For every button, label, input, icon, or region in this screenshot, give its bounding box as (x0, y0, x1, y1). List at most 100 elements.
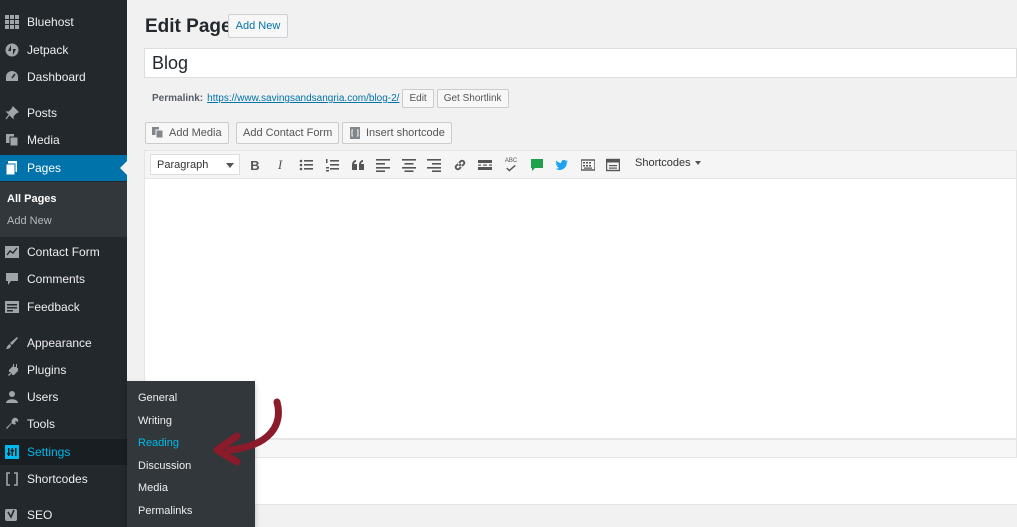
sidebar-item-label: Dashboard (27, 70, 86, 84)
check-icon (506, 164, 516, 172)
comments-icon (5, 272, 19, 286)
sidebar-item-label: Tools (27, 417, 56, 431)
sidebar-item-label: Users (27, 390, 59, 404)
sidebar-item-feedback[interactable]: Feedback (0, 294, 127, 320)
dashboard-icon (5, 70, 19, 84)
link-icon (454, 159, 466, 171)
sidebar-item-label: Comments (27, 272, 86, 286)
add-contact-form-button[interactable]: Add Contact Form (236, 122, 340, 144)
sidebar-item-users[interactable]: Users (0, 384, 127, 410)
flyout-item-discussion[interactable]: Discussion (138, 460, 191, 472)
feedback-icon (5, 300, 19, 314)
sidebar-item-tools[interactable]: Tools (0, 411, 127, 437)
sidebar-item-bluehost[interactable]: Bluehost (0, 9, 127, 35)
insert-shortcode-button[interactable]: Insert shortcode (342, 122, 452, 144)
sidebar-item-label: Feedback (27, 300, 80, 314)
sidebar-item-pages[interactable]: Pages (0, 155, 127, 181)
sidebar-item-label: Plugins (27, 363, 67, 377)
pin-icon (5, 106, 19, 120)
jetpack-icon (5, 43, 19, 57)
page-title: Edit Page (145, 16, 232, 37)
add-contact-form-label: Add Contact Form (243, 127, 333, 139)
pages-icon (5, 161, 19, 175)
sidebar-item-plugins[interactable]: Plugins (0, 357, 127, 383)
toolbar-toggle-button[interactable] (605, 157, 621, 173)
flyout-item-media[interactable]: Media (138, 482, 168, 494)
plugins-icon (5, 363, 19, 377)
content-editor[interactable]: Paragraph B I ABC Shortcodes (144, 150, 1017, 439)
settings-icon (5, 445, 19, 459)
media-icon (152, 127, 164, 139)
shortcodes-dropdown[interactable]: Shortcodes (635, 157, 701, 169)
italic-button[interactable]: I (272, 157, 288, 173)
bullet-list-button[interactable] (298, 157, 314, 173)
bold-button[interactable]: B (247, 157, 263, 173)
shortcodes-label: Shortcodes (635, 157, 691, 169)
insert-link-button[interactable] (452, 157, 468, 173)
permalink-link[interactable]: https://www.savingsandsangria.com/blog-2… (207, 93, 399, 104)
admin-sidebar: Bluehost Jetpack Dashboard Posts Media P… (0, 0, 127, 527)
brackets-icon (5, 472, 19, 486)
numbered-list-button[interactable] (324, 157, 340, 173)
align-center-icon (402, 159, 416, 172)
wrench-icon (5, 417, 19, 431)
align-right-icon (427, 159, 441, 172)
sidebar-item-label: Bluehost (27, 15, 74, 29)
twitter-button[interactable] (554, 157, 570, 173)
submenu-all-pages[interactable]: All Pages (7, 193, 57, 205)
editor-toolbar: Paragraph B I ABC Shortcodes (145, 151, 1016, 179)
align-center-button[interactable] (401, 157, 417, 173)
flyout-item-writing[interactable]: Writing (138, 415, 172, 427)
pages-submenu: All Pages Add New (0, 182, 127, 237)
format-select[interactable]: Paragraph (150, 154, 240, 175)
sidebar-item-settings[interactable]: Settings (0, 439, 127, 465)
comment-button[interactable] (529, 157, 545, 173)
sidebar-item-media[interactable]: Media (0, 127, 127, 153)
add-new-button[interactable]: Add New (228, 14, 288, 38)
flyout-item-general[interactable]: General (138, 392, 177, 404)
edit-permalink-button[interactable]: Edit (402, 89, 434, 108)
sidebar-item-appearance[interactable]: Appearance (0, 330, 127, 356)
sidebar-item-label: Posts (27, 106, 58, 120)
green-comment-icon (531, 159, 543, 171)
sidebar-item-label: SEO (27, 508, 53, 522)
post-title-input[interactable]: Blog (144, 48, 1017, 78)
sidebar-item-seo[interactable]: SEO (0, 502, 127, 527)
keyboard-button[interactable] (580, 157, 596, 173)
sidebar-item-shortcodes[interactable]: Shortcodes (0, 466, 127, 492)
chevron-down-icon (226, 163, 234, 168)
sidebar-item-jetpack[interactable]: Jetpack (0, 37, 127, 63)
align-right-button[interactable] (426, 157, 442, 173)
pointer-arrow-icon (213, 398, 282, 466)
sidebar-item-label: Shortcodes (27, 472, 88, 486)
sidebar-item-label: Settings (27, 445, 71, 459)
align-left-button[interactable] (375, 157, 391, 173)
contact-form-icon (5, 245, 19, 259)
users-icon (5, 390, 19, 404)
sidebar-item-label: Contact Form (27, 245, 100, 259)
sidebar-item-label: Pages (27, 161, 62, 175)
twitter-icon (555, 159, 568, 171)
flyout-item-reading[interactable]: Reading (138, 437, 179, 449)
chevron-down-icon (694, 161, 701, 165)
blockquote-button[interactable] (350, 157, 366, 173)
add-media-label: Add Media (169, 127, 222, 139)
get-shortlink-button[interactable]: Get Shortlink (436, 89, 509, 108)
read-more-button[interactable] (477, 157, 493, 173)
flyout-item-permalinks[interactable]: Permalinks (138, 505, 192, 517)
bullet-list-icon (299, 159, 313, 171)
keyboard-icon (581, 159, 595, 171)
toolbar-toggle-icon (606, 158, 620, 172)
sidebar-item-comments[interactable]: Comments (0, 266, 127, 292)
submenu-add-new[interactable]: Add New (7, 215, 52, 227)
sidebar-item-contact-form[interactable]: Contact Form (0, 239, 127, 265)
brush-icon (5, 336, 19, 350)
spellcheck-button[interactable]: ABC (503, 157, 519, 173)
add-media-button[interactable]: Add Media (145, 122, 229, 144)
divider (144, 504, 1017, 505)
sidebar-item-label: Appearance (27, 336, 92, 350)
sidebar-item-dashboard[interactable]: Dashboard (0, 64, 127, 90)
align-left-icon (376, 159, 390, 172)
sidebar-item-posts[interactable]: Posts (0, 100, 127, 126)
format-select-value: Paragraph (157, 158, 209, 171)
